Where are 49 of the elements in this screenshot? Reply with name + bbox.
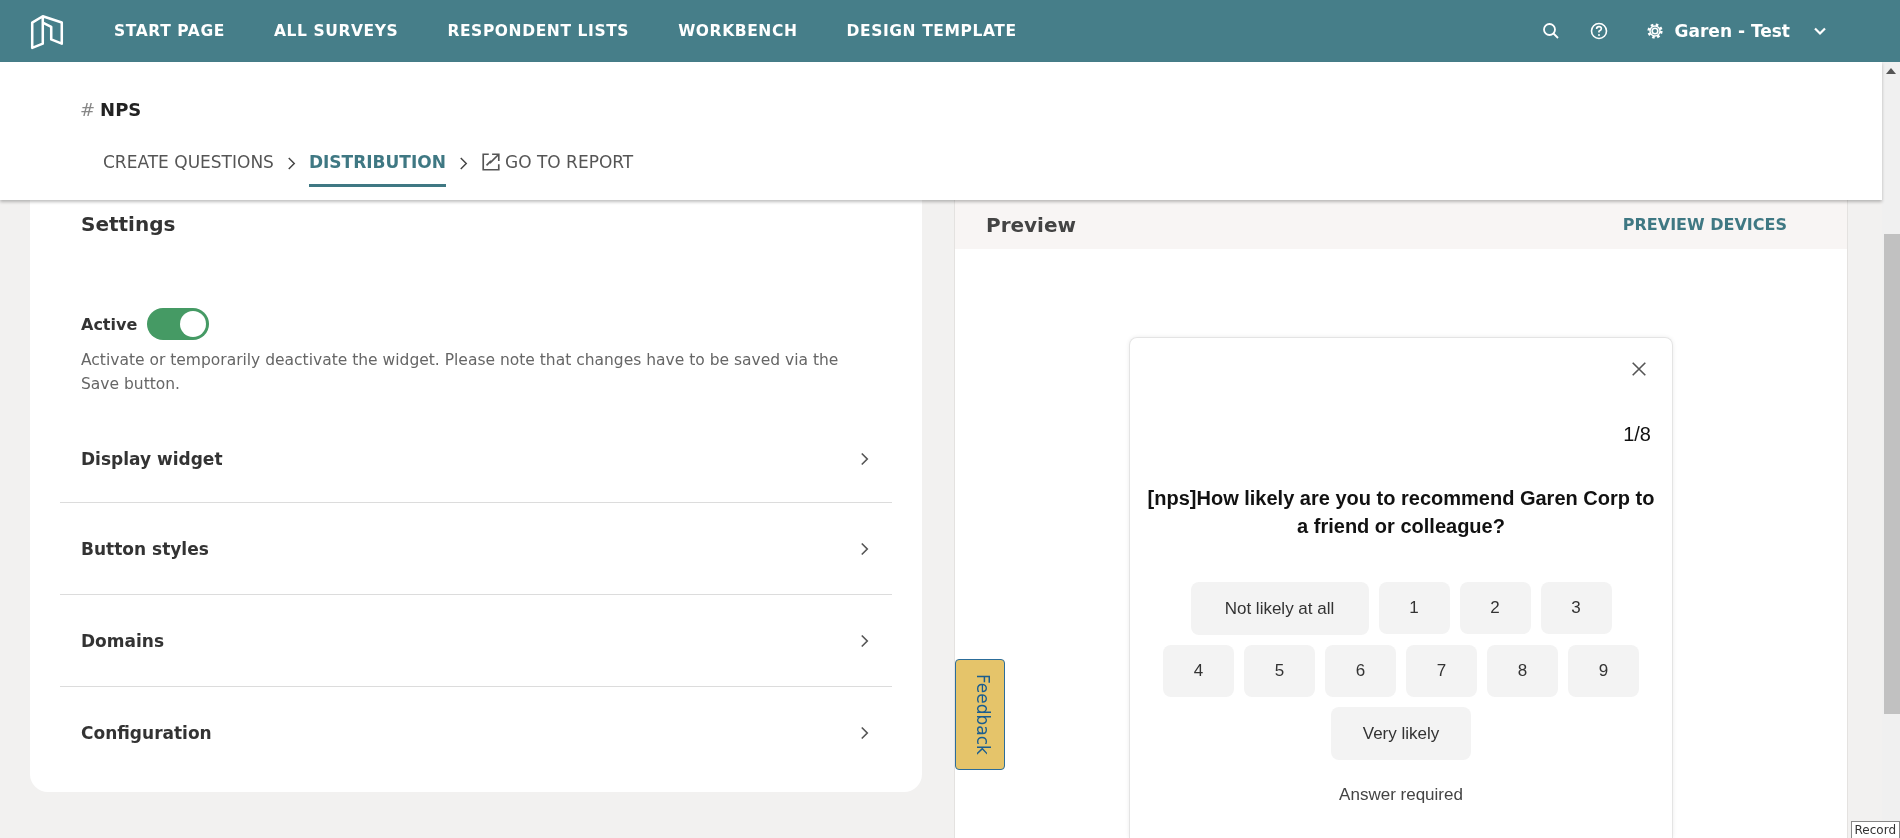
step-tab[interactable]: CREATE QUESTIONS	[103, 145, 274, 187]
tooltip: Record	[1850, 821, 1900, 838]
settings-section[interactable]: Display widget	[60, 416, 892, 503]
answer-option[interactable]: 9	[1568, 645, 1639, 697]
settings-section[interactable]: Domains	[60, 595, 892, 687]
answer-option[interactable]: Not likely at all	[1190, 582, 1369, 635]
chevron-right-icon	[457, 156, 469, 171]
logo-icon[interactable]	[28, 12, 66, 50]
answer-required-note: Answer required	[1339, 785, 1463, 805]
search-icon[interactable]	[1540, 21, 1561, 41]
answer-option[interactable]: 3	[1540, 582, 1612, 634]
active-toggle[interactable]	[147, 308, 210, 340]
chevron-right-icon	[859, 632, 870, 649]
close-icon[interactable]	[1630, 360, 1648, 378]
answer-option[interactable]: 5	[1244, 645, 1315, 697]
step-tab[interactable]: DISTRIBUTION	[308, 145, 446, 187]
hash-symbol: #	[80, 99, 96, 120]
question-text: [nps]How likely are you to recommend Garen Corp to a friend or colleague?	[1146, 486, 1656, 539]
settings-title: Settings	[80, 211, 177, 236]
feedback-tab[interactable]: Feedback	[955, 659, 1005, 770]
answer-option[interactable]: 8	[1487, 645, 1558, 697]
nav-link[interactable]: RESPONDENT LISTS	[447, 22, 630, 40]
user-menu[interactable]: Garen - Test	[1644, 21, 1830, 41]
help-icon[interactable]	[1588, 21, 1609, 41]
answer-option[interactable]: 1	[1378, 582, 1450, 634]
step-tab[interactable]: GO TO REPORT	[480, 145, 634, 187]
active-label: Active	[81, 314, 138, 334]
survey-title: NPS	[100, 99, 142, 120]
nav-link[interactable]: START PAGE	[114, 22, 225, 40]
nav-link[interactable]: DESIGN TEMPLATE	[846, 22, 1017, 40]
chevron-right-icon	[859, 540, 870, 557]
answer-option[interactable]: Very likely	[1331, 707, 1471, 760]
preview-devices-link[interactable]: PREVIEW DEVICES	[1622, 215, 1787, 234]
chevron-right-icon	[859, 451, 870, 467]
settings-section[interactable]: Configuration	[60, 687, 892, 778]
settings-section[interactable]: Button styles	[60, 503, 892, 595]
chevron-right-icon	[285, 156, 297, 171]
answer-option[interactable]: 4	[1163, 645, 1234, 697]
answer-option[interactable]: 7	[1406, 645, 1477, 697]
answer-option[interactable]: 6	[1325, 645, 1396, 697]
nav-link[interactable]: ALL SURVEYS	[274, 22, 399, 40]
progress-counter: 1/8	[1623, 423, 1651, 446]
answer-option[interactable]: 2	[1459, 582, 1531, 634]
help-text: Activate or temporarily deactivate the widget. Please note that changes have to be saved via the Save button.	[81, 350, 840, 395]
external-link-icon	[480, 152, 501, 172]
nav-link[interactable]: WORKBENCH	[678, 22, 798, 40]
scroll-up-icon[interactable]	[1886, 68, 1896, 74]
chevron-right-icon	[859, 724, 870, 741]
preview-title: Preview	[986, 212, 1077, 237]
